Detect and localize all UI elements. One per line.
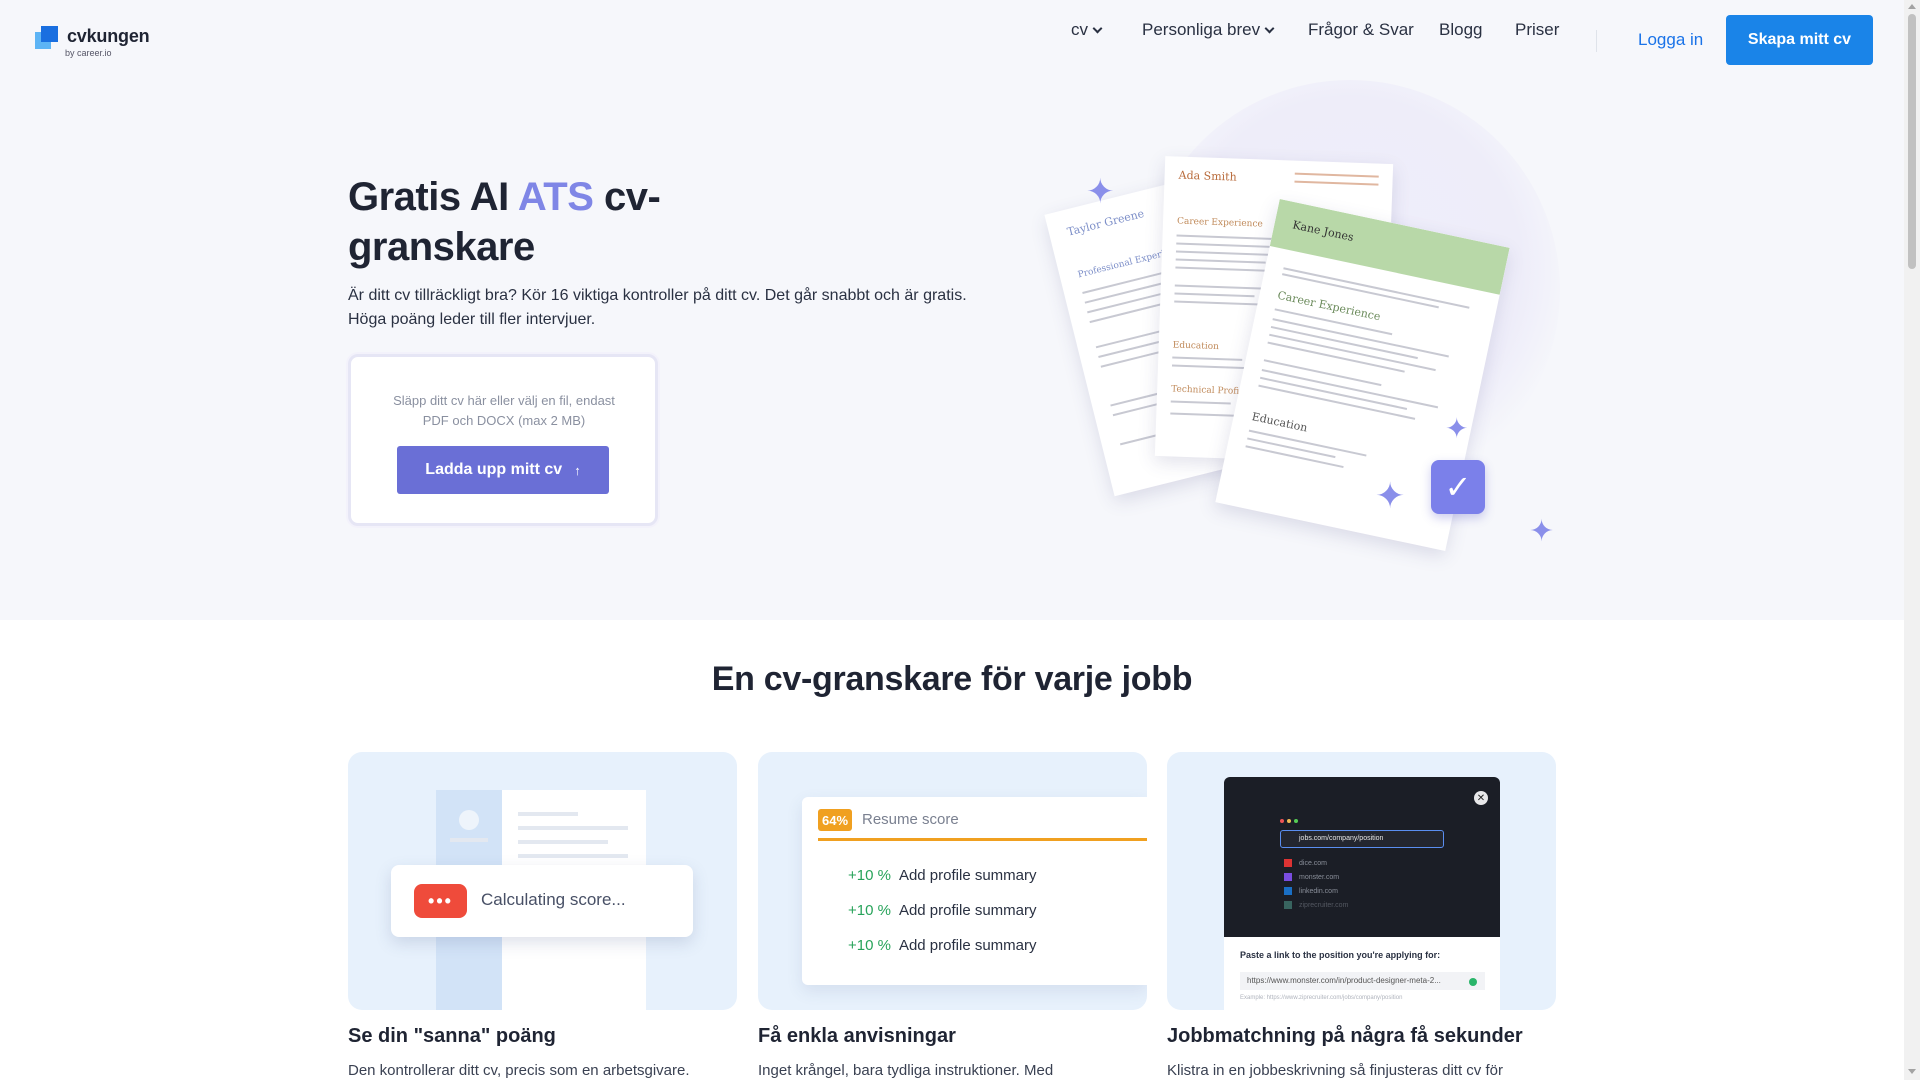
site-name: monster.com [1299,873,1340,881]
resume-name: Taylor Greene [1065,206,1146,239]
site-header: cvkungen by career.io cv Personliga brev… [0,0,1904,80]
logo[interactable]: cvkungen [35,26,150,50]
nav-fragor-svar[interactable]: Frågor & Svar [1308,20,1414,40]
logo-text: cvkungen [67,26,150,46]
scrollbar-thumb[interactable] [1908,14,1916,269]
browser-url-bar: jobs.com/company/position [1280,830,1444,848]
score-badge: 64% [818,809,852,831]
upload-dropzone[interactable]: Släpp ditt cv här eller välj en fil, end… [348,354,658,526]
hero-description: Är ditt cv tillräckligt bra? Kör 16 vikt… [348,287,967,328]
job-link-input: https://www.monster.com/in/product-desig… [1240,972,1485,990]
resume-section-label: Education [1172,340,1220,353]
checkmark-icon: ✓ [1431,460,1485,514]
tip-gain: +10 % [848,902,891,919]
page-scrollbar[interactable] [1904,0,1920,1080]
hero-title: Gratis AI ATS cv-granskare [348,172,768,272]
features-title: En cv-granskare för varje jobb [711,660,1193,698]
feature-title-score: Se din "sanna" poäng [348,1025,556,1047]
resume-section-label: Career Experience [1276,288,1382,324]
resume-section-label: Career Experience [1176,216,1263,230]
logo-mark-icon [35,26,59,50]
nav-fragor-svar-label: Frågor & Svar [1308,20,1414,39]
tip-gain: +10 % [848,937,891,954]
tip-row: +10 % Add profile summary [848,902,1037,919]
scroll-up-icon[interactable] [1908,4,1916,9]
login-link[interactable]: Logga in [1638,30,1703,50]
score-progress-line [818,838,1147,841]
feature-title-jobmatch: Jobbmatchning på några få sekunder [1167,1025,1523,1047]
sparkle-icon: ✦ [1086,173,1115,211]
feature-text-score: Den kontrollerar ditt cv, precis som en … [348,1062,690,1079]
avatar-icon [459,810,479,830]
nav-blogg[interactable]: Blogg [1439,20,1482,40]
browser-mockup: ✕ jobs.com/company/position dice.com mon… [1224,777,1500,937]
nav-priser[interactable]: Priser [1515,20,1559,40]
calculating-label: Calculating score... [481,890,626,909]
feature-text-tips: Inget krångel, bara tydliga instruktione… [758,1062,1054,1079]
sparkle-icon: ✦ [1529,515,1555,548]
site-item: ziprecruiter.com [1284,901,1348,909]
hero-illustration: Taylor Greene Professional Experience Ad… [1040,70,1580,560]
scroll-down-icon[interactable] [1908,1069,1916,1074]
upload-cv-button[interactable]: Ladda upp mitt cv ↑ [397,446,609,494]
paste-link-panel: Paste a link to the position you're appl… [1224,937,1500,1010]
site-name: linkedin.com [1299,887,1338,895]
nav-cv[interactable]: cv [1071,20,1103,40]
tip-label: Add profile summary [898,867,1037,884]
feature-title-tips: Få enkla anvisningar [758,1025,956,1047]
calculating-popup: ••• Calculating score... [391,865,693,937]
feature-card-tips: 64% Resume score +10 % Add profile summar… [758,752,1147,1010]
resume-score-panel: 64% Resume score +10 % Add profile summar… [802,797,1147,985]
check-icon [1469,978,1477,986]
sparkle-icon: ✦ [1445,413,1469,444]
tip-label: Add profile summary [898,902,1037,919]
hero-title-accent: ATS [517,175,594,219]
chevron-down-icon [1092,23,1103,33]
score-label: Resume score [862,811,959,828]
nav-blogg-label: Blogg [1439,20,1483,39]
hero-title-part1: Gratis AI [348,175,518,219]
feature-text-jobmatch: Klistra in en jobbeskrivning så finjuste… [1167,1062,1503,1079]
site-item: monster.com [1284,873,1339,881]
nav-priser-label: Priser [1515,20,1560,39]
nav-personliga-brev[interactable]: Personliga brev [1142,20,1275,40]
site-name: dice.com [1299,859,1328,867]
tip-row: +10 % Add profile summary [848,867,1037,884]
tip-row: +10 % Add profile summary [848,937,1037,954]
feature-card-score: ••• Calculating score... [348,752,737,1010]
feature-card-jobmatch: ✕ jobs.com/company/position dice.com mon… [1167,752,1556,1010]
logo-subtitle: by career.io [65,48,112,58]
close-icon: ✕ [1474,791,1488,805]
nav-divider [1596,30,1597,52]
site-name: ziprecruiter.com [1299,901,1349,909]
create-cv-button[interactable]: Skapa mitt cv [1726,15,1873,65]
chevron-down-icon [1264,23,1275,33]
site-item: linkedin.com [1284,887,1338,895]
tip-label: Add profile summary [898,937,1037,954]
nav-cv-label: cv [1071,20,1088,39]
paste-link-prompt: Paste a link to the position you're appl… [1240,950,1441,960]
resume-name: Ada Smith [1178,168,1237,184]
loading-dots-icon: ••• [414,884,467,918]
nav-personliga-brev-label: Personliga brev [1142,20,1261,39]
upload-hint: Släpp ditt cv här eller välj en fil, end… [393,393,615,428]
sparkle-icon: ✦ [1375,475,1406,516]
site-item: dice.com [1284,859,1327,867]
tip-gain: +10 % [848,867,891,884]
arrow-up-icon: ↑ [574,462,581,478]
upload-cv-button-label: Ladda upp mitt cv [425,461,563,478]
example-link: Example: https://www.ziprecruiter.com/jo… [1240,995,1403,1001]
